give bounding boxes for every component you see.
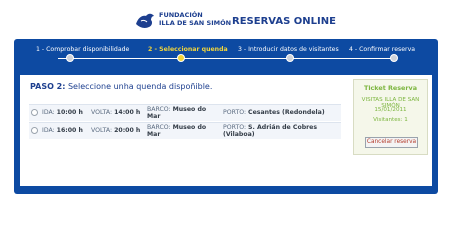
barco-value: Museo do: [172, 106, 207, 113]
quenda-2-radio[interactable]: [31, 127, 38, 134]
barco-label: BARCO:: [147, 106, 171, 113]
ida-label: IDA:: [42, 127, 55, 134]
step-3-label: 3 - Introducir datos de visitantes: [238, 46, 339, 53]
ida-cell: IDA: 16:00 h: [42, 127, 83, 134]
volta-label: VOLTA:: [91, 127, 113, 134]
barco-cell: BARCO: Museo do Mar: [147, 124, 206, 138]
brand-name: FUNDACIÓN ILLA DE SAN SIMÓN: [159, 11, 231, 27]
step-heading-text: Seleccione unha quenda dispoñible.: [65, 82, 213, 91]
quenda-row-2[interactable]: IDA: 16:00 h VOLTA: 20:00 h BARCO: Museo…: [29, 122, 341, 139]
ida-time: 16:00 h: [56, 127, 83, 134]
volta-cell: VOLTA: 20:00 h: [91, 127, 140, 134]
ticket-date: 15/01/2011: [374, 107, 407, 113]
step-4-label: 4 - Confirmar reserva: [349, 46, 416, 53]
volta-cell: VOLTA: 14:00 h: [91, 109, 140, 116]
barco-cell: BARCO: Museo do Mar: [147, 106, 206, 120]
cancel-reservation-button[interactable]: Cancelar reserva: [365, 137, 418, 148]
barco-value: Museo do: [172, 124, 207, 131]
footer-copyright: © 2008 FUNDACIÓN ILLA DE SAN SIMÓN.: [98, 179, 242, 186]
step-4-dot: [390, 54, 398, 62]
step-2-dot: [177, 54, 185, 62]
volta-time: 14:00 h: [114, 109, 141, 116]
footer: © 2008 FUNDACIÓN ILLA DE SAN SIMÓN. Xest…: [14, 179, 438, 186]
step-1-dot: [66, 54, 74, 62]
steps-line: [58, 58, 394, 59]
step-heading: PASO 2: Seleccione unha quenda dispoñibl…: [30, 82, 212, 91]
porto-value: S. Adrián de Cobres: [248, 124, 318, 131]
porto-label: PORTO:: [223, 124, 247, 131]
steps-progress: 1 - Comprobar disponibilidade 2 - Selecc…: [14, 39, 438, 69]
foundation-logo-icon: [136, 13, 154, 28]
ida-time: 10:00 h: [56, 109, 83, 116]
content-card: PASO 2: Seleccione unha quenda dispoñibl…: [20, 75, 432, 186]
site-header: FUNDACIÓN ILLA DE SAN SIMÓN RESERVAS ONL…: [0, 0, 450, 36]
barco-label: BARCO:: [147, 124, 171, 131]
volta-time: 20:00 h: [114, 127, 141, 134]
page-title: RESERVAS ONLINE: [232, 16, 336, 27]
ticket-visitors: Visitantes: 1: [373, 117, 408, 123]
footer-phone: 986 903 884: [314, 179, 354, 186]
porto-cell: PORTO: Cesantes (Redondela): [223, 109, 325, 116]
footer-phone-label: Xestión de visitas:: [245, 179, 310, 186]
brand-line-1: FUNDACIÓN: [159, 11, 203, 19]
step-2-label: 2 - Seleccionar quenda: [148, 46, 228, 53]
ida-cell: IDA: 10:00 h: [42, 109, 83, 116]
ida-label: IDA:: [42, 109, 55, 116]
brand-line-2: ILLA DE SAN SIMÓN: [159, 19, 232, 27]
quenda-row-1[interactable]: IDA: 10:00 h VOLTA: 14:00 h BARCO: Museo…: [29, 104, 341, 121]
porto-label: PORTO:: [223, 109, 247, 116]
quenda-1-radio[interactable]: [31, 109, 38, 116]
booking-panel: 1 - Comprobar disponibilidade 2 - Selecc…: [14, 39, 438, 194]
ticket-box: Ticket Reserva VISITAS ILLA DE SAN SIMÓN…: [353, 79, 428, 155]
step-1-label: 1 - Comprobar disponibilidade: [36, 46, 130, 53]
ticket-title: Ticket Reserva: [363, 84, 418, 92]
porto-value: Cesantes (Redondela): [248, 109, 325, 116]
step-3-dot: [286, 54, 294, 62]
porto-cell: PORTO: S. Adrián de Cobres (Vilaboa): [223, 124, 317, 138]
barco-value-2: Mar: [147, 131, 161, 138]
volta-label: VOLTA:: [91, 109, 113, 116]
porto-value-2: (Vilaboa): [223, 131, 255, 138]
barco-value-2: Mar: [147, 113, 161, 120]
step-heading-strong: PASO 2:: [30, 82, 66, 91]
